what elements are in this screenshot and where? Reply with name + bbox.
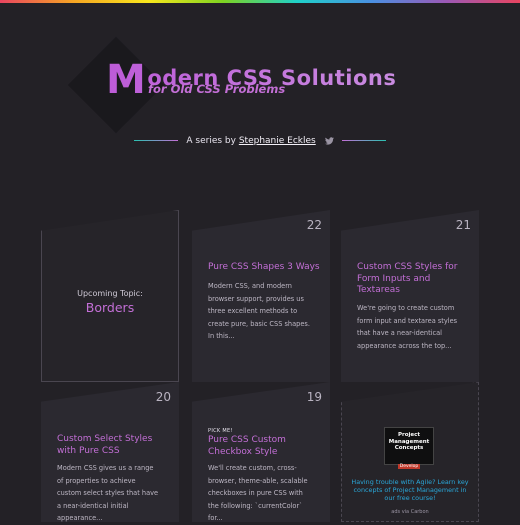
ad-via-link[interactable]: ads via Carbon (341, 509, 479, 515)
ad-card[interactable]: Project Management Concepts Develop Havi… (341, 382, 479, 522)
author-link[interactable]: Stephanie Eckles (239, 136, 316, 146)
article-number: 21 (455, 218, 471, 232)
article-excerpt: Modern CSS, and modern browser support, … (208, 282, 310, 340)
article-title[interactable]: Pure CSS Shapes 3 Ways (208, 262, 320, 274)
upcoming-label: Upcoming Topic: (77, 289, 143, 298)
article-excerpt: We'll create custom, cross-browser, them… (208, 464, 308, 522)
article-title[interactable]: Pure CSS Custom Checkbox Style (208, 435, 320, 458)
site-subtitle: for Old CSS Problems (148, 82, 286, 96)
article-number: 22 (306, 218, 322, 232)
ad-text-link[interactable]: Having trouble with Agile? Learn key con… (351, 478, 469, 502)
article-card[interactable]: 21 Custom CSS Styles for Form Inputs and… (341, 210, 479, 382)
article-card[interactable]: 20 Custom Select Styles with Pure CSS Mo… (41, 382, 179, 522)
ad-image-badge: Develop (397, 463, 421, 469)
article-card[interactable]: 19 PICK ME! Pure CSS Custom Checkbox Sty… (192, 382, 330, 522)
article-title[interactable]: Custom CSS Styles for Form Inputs and Te… (357, 262, 469, 297)
rainbow-top-bar (0, 0, 520, 3)
byline-rule-right (341, 140, 386, 141)
article-excerpt: We're going to create custom form input … (357, 304, 458, 350)
upcoming-topic-card: Upcoming Topic: Borders (41, 210, 179, 382)
ad-image-title: Project Management Concepts (388, 432, 430, 451)
title-initial: M (106, 57, 147, 103)
article-number: 19 (306, 390, 322, 404)
article-excerpt: Modern CSS gives us a range of propertie… (57, 464, 159, 522)
twitter-icon[interactable] (324, 136, 334, 145)
article-card[interactable]: 22 Pure CSS Shapes 3 Ways Modern CSS, an… (192, 210, 330, 382)
article-title[interactable]: Custom Select Styles with Pure CSS (57, 434, 169, 457)
pick-me-badge: PICK ME! (208, 428, 233, 434)
upcoming-topic: Borders (85, 300, 135, 315)
article-number: 20 (155, 390, 171, 404)
byline-rule-left (134, 140, 179, 141)
byline-prefix: A series by (186, 136, 236, 146)
byline: A series by Stephanie Eckles (0, 136, 520, 146)
ad-image[interactable]: Project Management Concepts Develop (384, 427, 434, 469)
